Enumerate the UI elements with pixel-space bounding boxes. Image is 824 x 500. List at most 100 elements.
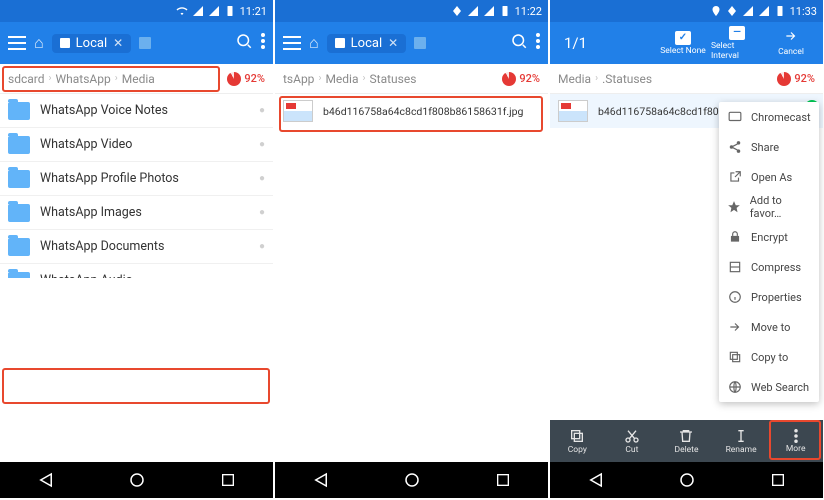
storage-badge[interactable]: 92% [777,72,815,86]
chevron-right-icon: › [318,73,321,84]
back-button[interactable] [312,471,330,489]
menu-compress[interactable]: Compress [719,252,819,282]
list-item[interactable]: WhatsApp Audio● [0,264,273,278]
list-item[interactable]: WhatsApp Profile Photos● [0,162,273,196]
item-more-icon[interactable]: ● [259,139,265,150]
more-button[interactable]: More [768,420,823,462]
storage-badge[interactable]: 92% [227,72,265,86]
crumb[interactable]: .Statuses [602,72,652,86]
recents-button[interactable] [495,472,511,488]
compress-icon [727,259,743,275]
item-more-icon[interactable]: ● [259,173,265,184]
menu-icon[interactable] [283,36,301,50]
screenshot-panel-3: 11:33 1/1 ✓Select None —Select Interval … [550,0,823,498]
rename-button[interactable]: Rename [714,420,769,462]
list-item[interactable]: WhatsApp Documents● [0,230,273,264]
info-icon [727,289,743,305]
list-item[interactable]: b46d116758a64c8cd1f808b86158631f.jpg [275,94,548,128]
pie-icon [502,72,516,86]
crumb[interactable]: Media [558,72,591,86]
list-item[interactable]: WhatsApp Images● [0,196,273,230]
status-time: 11:21 [240,5,267,18]
action-bar: Copy Cut Delete Rename More [550,420,823,462]
screenshot-panel-2: 11:22 ⌂ Local ✕ tsApp › Media › Statuses… [275,0,548,498]
new-tab-icon[interactable] [414,37,426,49]
lock-icon [727,229,743,245]
menu-openas[interactable]: Open As [719,162,819,192]
status-bar: 11:33 [550,0,823,22]
home-button[interactable] [403,471,421,489]
search-icon[interactable] [510,32,528,55]
crumb[interactable]: Statuses [370,72,417,86]
chevron-right-icon: › [363,73,366,84]
select-interval-button[interactable]: —Select Interval [711,26,763,61]
folder-icon [8,272,30,279]
home-button[interactable] [128,471,146,489]
folder-list: WhatsApp Voice Notes● WhatsApp Video● Wh… [0,94,273,278]
crumb[interactable]: WhatsApp [56,72,111,86]
crumb[interactable]: Media [325,72,358,86]
crumb[interactable]: Media [122,72,155,86]
app-bar: ⌂ Local ✕ [275,22,548,64]
status-bar: 11:21 [0,0,273,22]
list-item[interactable]: WhatsApp Voice Notes● [0,94,273,128]
close-tab-icon[interactable]: ✕ [113,36,123,50]
location-tab[interactable]: Local ✕ [327,34,407,53]
menu-chromecast[interactable]: Chromecast [719,102,819,132]
status-time: 11:33 [790,5,817,18]
app-bar: ⌂ Local ✕ [0,22,273,64]
item-more-icon[interactable]: ● [259,207,265,218]
menu-websearch[interactable]: Web Search [719,372,819,402]
globe-icon [727,379,743,395]
cut-button[interactable]: Cut [605,420,660,462]
share-icon [727,139,743,155]
menu-copyto[interactable]: Copy to [719,342,819,372]
search-icon[interactable] [235,32,253,55]
image-thumbnail [283,100,313,122]
selection-app-bar: 1/1 ✓Select None —Select Interval Cancel [550,22,823,64]
recents-button[interactable] [770,472,786,488]
back-button[interactable] [37,471,55,489]
open-icon [727,169,743,185]
back-button[interactable] [587,471,605,489]
new-tab-icon[interactable] [139,37,151,49]
breadcrumb: tsApp › Media › Statuses 92% [275,64,548,94]
list-item[interactable]: WhatsApp Video● [0,128,273,162]
select-none-button[interactable]: ✓Select None [657,31,709,56]
chevron-right-icon: › [49,73,52,84]
home-icon[interactable]: ⌂ [34,33,44,53]
copy-button[interactable]: Copy [550,420,605,462]
item-more-icon[interactable]: ● [259,105,265,116]
more-icon[interactable] [536,33,540,54]
menu-favorite[interactable]: Add to favor… [719,192,819,222]
menu-share[interactable]: Share [719,132,819,162]
folder-icon [8,238,30,256]
cancel-button[interactable]: Cancel [765,29,817,57]
home-button[interactable] [678,471,696,489]
chromecast-icon [727,109,743,125]
menu-properties[interactable]: Properties [719,282,819,312]
selection-counter: 1/1 [556,34,595,52]
crumb[interactable]: sdcard [8,72,45,86]
close-tab-icon[interactable]: ✕ [388,36,398,50]
chevron-right-icon: › [115,73,118,84]
image-thumbnail [558,100,588,122]
menu-moveto[interactable]: Move to [719,312,819,342]
menu-encrypt[interactable]: Encrypt [719,222,819,252]
delete-button[interactable]: Delete [659,420,714,462]
storage-badge[interactable]: 92% [502,72,540,86]
more-icon[interactable] [261,33,265,54]
item-more-icon[interactable]: ● [259,241,265,252]
android-navbar [0,462,273,498]
location-tab[interactable]: Local ✕ [52,34,132,53]
recents-button[interactable] [220,472,236,488]
copy-icon [727,349,743,365]
menu-icon[interactable] [8,36,26,50]
home-icon[interactable]: ⌂ [309,33,319,53]
status-time: 11:22 [515,5,542,18]
context-menu: Chromecast Share Open As Add to favor… E… [719,102,819,402]
crumb[interactable]: tsApp [283,72,314,86]
chevron-right-icon: › [595,73,598,84]
breadcrumb: Media › .Statuses 92% [550,64,823,94]
folder-icon [8,170,30,188]
